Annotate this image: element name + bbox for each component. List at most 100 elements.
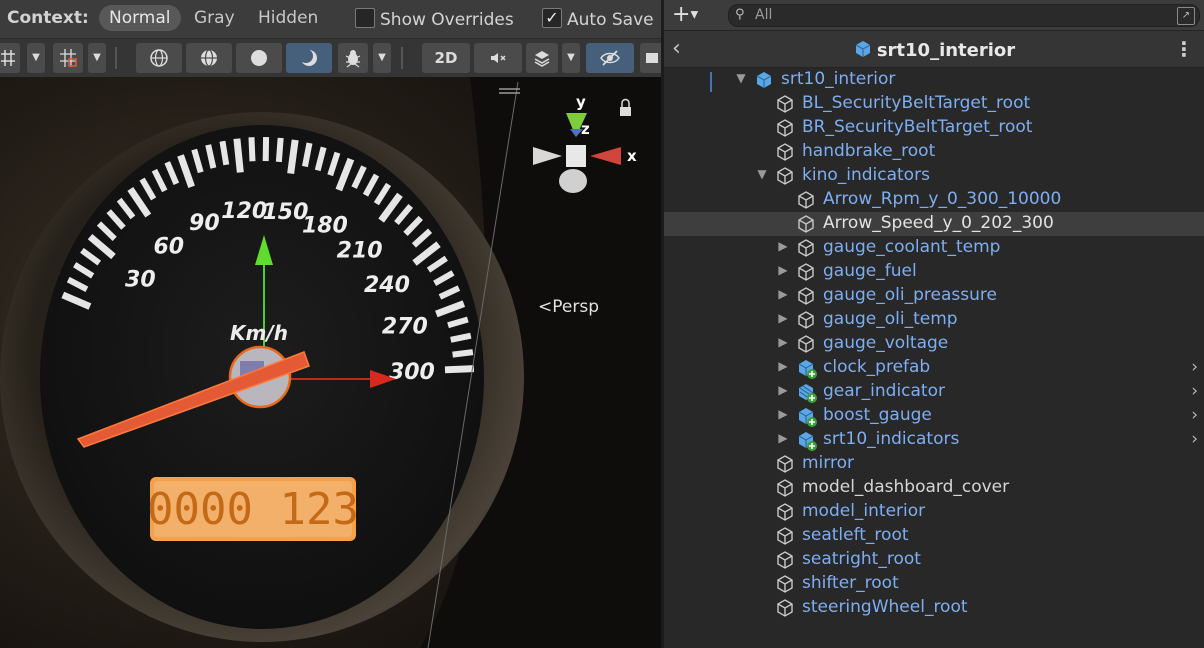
hierarchy-row[interactable]: ▶ gauge_oli_temp	[664, 308, 1204, 332]
camera-settings-button[interactable]	[640, 43, 663, 73]
auto-save-checkbox[interactable]: ✓	[542, 8, 562, 28]
collapse-arrow-icon[interactable]: ▶	[776, 383, 790, 397]
hierarchy-row[interactable]: handbrake_root	[664, 140, 1204, 164]
hierarchy-item-label: gauge_fuel	[823, 261, 917, 281]
hierarchy-row[interactable]: ▶ gauge_voltage	[664, 332, 1204, 356]
scene-visibility-button[interactable]	[586, 43, 634, 73]
hierarchy-row[interactable]: ▼ kino_indicators	[664, 164, 1204, 188]
hierarchy-item-label: shifter_root	[802, 573, 899, 593]
context-gray-button[interactable]: Gray	[184, 5, 245, 31]
gameobject-icon	[796, 262, 816, 282]
debug-draw-mode-dropdown[interactable]: ▼	[373, 43, 391, 73]
scene-viewport[interactable]: 30 60 90 120 150 180 210 240 270 300 0000 123 Km/…	[0, 77, 663, 648]
hierarchy-row[interactable]: ▶ gauge_oli_preassure	[664, 284, 1204, 308]
collapse-arrow-icon[interactable]: ▶	[776, 311, 790, 325]
gameobject-icon	[796, 286, 816, 306]
collapse-arrow-icon[interactable]: ▶	[776, 287, 790, 301]
snap-dropdown[interactable]: ▼	[88, 43, 106, 73]
show-overrides-checkbox[interactable]	[355, 8, 375, 28]
hierarchy-row[interactable]: ▶ gauge_fuel	[664, 260, 1204, 284]
open-prefab-chevron-icon[interactable]: ›	[1191, 357, 1198, 377]
projection-toggle[interactable]: <Persp	[538, 297, 599, 317]
camera-icon	[646, 53, 658, 63]
hierarchy-row[interactable]: ▶ boost_gauge ›	[664, 404, 1204, 428]
collapse-arrow-icon[interactable]: ▶	[776, 431, 790, 445]
hierarchy-row[interactable]: BR_SecurityBeltTarget_root	[664, 116, 1204, 140]
hierarchy-row[interactable]: Arrow_Rpm_y_0_300_10000	[664, 188, 1204, 212]
collapse-arrow-icon[interactable]: ▶	[776, 407, 790, 421]
prefab-variant-added-icon	[796, 382, 817, 403]
shading-shaded-wireframe-button[interactable]	[186, 43, 232, 73]
hierarchy-row[interactable]: ▼ srt10_interior	[664, 68, 1204, 92]
create-button[interactable]: +▼	[672, 2, 698, 27]
prefab-added-icon	[796, 358, 817, 379]
hierarchy-row[interactable]: shifter_root	[664, 572, 1204, 596]
gauge-scale-label: 270	[382, 315, 428, 340]
hierarchy-row[interactable]: seatleft_root	[664, 524, 1204, 548]
hierarchy-item-label: BR_SecurityBeltTarget_root	[802, 117, 1033, 137]
hierarchy-item-label: mirror	[802, 453, 854, 473]
gizmo-center-cube[interactable]	[566, 145, 586, 167]
context-label: Context:	[7, 8, 89, 28]
more-options-icon[interactable]: ⋮	[1174, 37, 1194, 61]
gizmo-neg-y-cone[interactable]	[559, 169, 587, 193]
open-prefab-chevron-icon[interactable]: ›	[1191, 429, 1198, 449]
hierarchy-item-label: srt10_interior	[781, 69, 896, 89]
collapse-arrow-icon[interactable]: ▶	[776, 359, 790, 373]
search-box[interactable]: ⚲ ↗	[728, 4, 1200, 27]
hierarchy-row[interactable]: ▶ gauge_coolant_temp	[664, 236, 1204, 260]
gauge-scale-label: 60	[154, 234, 185, 259]
toggle-2d-button[interactable]: 2D	[422, 43, 470, 73]
search-input[interactable]	[755, 6, 1165, 24]
hierarchy-row[interactable]: ▶ clock_prefab ›	[664, 356, 1204, 380]
prefab-title-text: srt10_interior	[876, 40, 1016, 61]
shading-shaded-button[interactable]	[236, 43, 282, 73]
debug-draw-mode-button[interactable]	[338, 43, 368, 73]
prefab-added-icon	[796, 406, 817, 427]
snap-button[interactable]	[53, 43, 83, 73]
hierarchy-item-label: seatright_root	[802, 549, 921, 569]
hierarchy-row[interactable]: steeringWheel_root	[664, 596, 1204, 620]
lit-sphere-icon	[299, 49, 317, 66]
gauge-tick	[287, 139, 299, 175]
expand-arrow-icon[interactable]: ▼	[755, 167, 769, 181]
context-hidden-button[interactable]: Hidden	[248, 5, 328, 31]
collapse-arrow-icon[interactable]: ▶	[776, 263, 790, 277]
audio-toggle-button[interactable]	[474, 43, 522, 73]
grid-icon	[1, 50, 15, 66]
open-prefab-chevron-icon[interactable]: ›	[1191, 381, 1198, 401]
hierarchy-row[interactable]: seatright_root	[664, 548, 1204, 572]
effects-toggle-button[interactable]	[526, 43, 558, 73]
gizmo-y-label: y	[576, 93, 586, 111]
hierarchy-row[interactable]: model_dashboard_cover	[664, 476, 1204, 500]
auto-save-label: Auto Save	[567, 10, 654, 30]
grid-tool-dropdown[interactable]: ▼	[27, 43, 45, 73]
hierarchy-row[interactable]: Arrow_Speed_y_0_202_300	[664, 212, 1204, 236]
collapse-arrow-icon[interactable]: ▶	[776, 335, 790, 349]
shading-lit-button[interactable]	[286, 43, 332, 73]
prefab-cube-icon	[855, 41, 871, 57]
open-prefab-chevron-icon[interactable]: ›	[1191, 405, 1198, 425]
hierarchy-row[interactable]: mirror	[664, 452, 1204, 476]
scene-view[interactable]: Context: Normal Gray Hidden Show Overrid…	[0, 0, 663, 648]
expand-arrow-icon[interactable]: ▼	[734, 71, 748, 85]
hierarchy-row[interactable]: model_interior	[664, 500, 1204, 524]
hierarchy-row[interactable]: ▶ srt10_indicators ›	[664, 428, 1204, 452]
gameobject-icon	[796, 214, 816, 234]
hidden-eye-icon	[600, 50, 620, 66]
hierarchy-item-label: srt10_indicators	[823, 429, 960, 449]
hierarchy-panel: +▼ ⚲ ↗ ‹ srt10_interior ⋮ ▼ srt10_interio…	[664, 0, 1204, 648]
shading-wireframe-button[interactable]	[136, 43, 182, 73]
shaded-sphere-icon	[251, 50, 267, 66]
gameobject-icon	[775, 550, 795, 570]
context-normal-button[interactable]: Normal	[99, 5, 181, 31]
show-overrides-label: Show Overrides	[380, 10, 514, 30]
search-expand-icon[interactable]: ↗	[1177, 7, 1195, 25]
grid-tool-button[interactable]	[0, 43, 20, 73]
collapse-arrow-icon[interactable]: ▶	[776, 239, 790, 253]
effects-dropdown[interactable]: ▼	[562, 43, 580, 73]
hierarchy-row[interactable]: BL_SecurityBeltTarget_root	[664, 92, 1204, 116]
hierarchy-row[interactable]: ▶ gear_indicator ›	[664, 380, 1204, 404]
toolbar-separator	[115, 47, 117, 69]
gauge-tick	[275, 137, 284, 163]
